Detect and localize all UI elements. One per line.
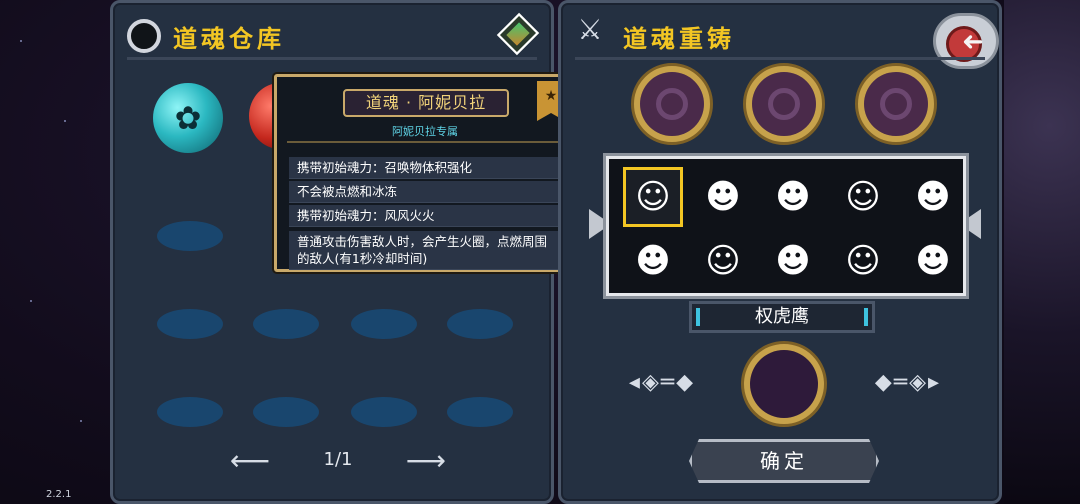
soul-reforge-title: 道魂重铸	[623, 25, 735, 53]
soul-socket[interactable]	[855, 63, 937, 145]
soul-item-teal[interactable]: ✿	[153, 83, 223, 153]
soul-socket[interactable]	[743, 63, 825, 145]
ornament-left: ◂◈═◆	[628, 370, 696, 395]
tooltip-line: 携带初始魂力：召唤物体积强化	[289, 157, 561, 179]
character-portrait[interactable]: ☺	[693, 231, 753, 291]
next-page-arrow-icon[interactable]: ⟶	[399, 447, 453, 475]
tooltip-line: 不会被点燃和冰冻	[289, 181, 561, 203]
tooltip-line: 携带初始魂力：风风火火	[289, 205, 561, 227]
empty-slot[interactable]	[157, 397, 223, 427]
selected-character-name: 权虎鹰	[689, 301, 875, 333]
gem-icon[interactable]	[496, 12, 540, 56]
background-artwork	[1004, 0, 1080, 504]
empty-slot[interactable]	[157, 221, 223, 251]
character-portrait-selected[interactable]: ☺	[623, 167, 683, 227]
character-portrait[interactable]: ☺	[833, 167, 893, 227]
tooltip-soul-name: 道魂 · 阿妮贝拉	[343, 89, 509, 117]
character-portrait[interactable]: ☻	[903, 167, 963, 227]
page-indicator: 1/1	[323, 449, 353, 470]
empty-slot[interactable]	[351, 309, 417, 339]
pagination: ⟵ 1/1 ⟶	[223, 447, 453, 477]
confirm-button[interactable]: 确定	[689, 439, 879, 483]
character-portrait[interactable]: ☻	[763, 231, 823, 291]
tooltip-subtitle: 阿妮贝拉专属	[392, 125, 458, 138]
soul-socket[interactable]	[631, 63, 713, 145]
character-portrait[interactable]: ☻	[693, 167, 753, 227]
empty-slot[interactable]	[253, 397, 319, 427]
crossed-swords-icon: ⚔	[577, 13, 603, 46]
character-portrait[interactable]: ☻	[763, 167, 823, 227]
soul-reforge-panel: ⚔ 道魂重铸 ☺ ☻ ☻ ☺ ☻ ☻ ☺ ☻ ☺ ☻ 权虎鹰 ◂◈═◆ ◆═◈▸…	[558, 0, 1002, 504]
soul-tooltip: 道魂 · 阿妮贝拉 ★ 阿妮贝拉专属 携带初始魂力：召唤物体积强化 不会被点燃和…	[274, 74, 576, 272]
empty-slot[interactable]	[157, 309, 223, 339]
character-portrait[interactable]: ☻	[623, 231, 683, 291]
empty-slot[interactable]	[447, 309, 513, 339]
prev-page-arrow-icon[interactable]: ⟵	[223, 447, 277, 475]
title-divider	[575, 57, 985, 60]
ornament-right: ◆═◈▸	[874, 370, 942, 395]
tooltip-line: 普通攻击伤害敌人时，会产生火圈，点燃周围的敌人(有1秒冷却时间)	[289, 231, 561, 270]
title-divider	[127, 57, 537, 60]
ring-icon	[127, 19, 161, 53]
back-button[interactable]	[933, 13, 999, 69]
soul-storage-title: 道魂仓库	[173, 25, 285, 53]
character-portrait[interactable]: ☺	[833, 231, 893, 291]
empty-slot[interactable]	[351, 397, 417, 427]
reforge-orb[interactable]	[741, 341, 827, 427]
character-portrait[interactable]: ☻	[903, 231, 963, 291]
version-label: 2.2.1	[46, 489, 72, 500]
empty-slot[interactable]	[447, 397, 513, 427]
empty-slot[interactable]	[253, 309, 319, 339]
tooltip-divider	[287, 141, 563, 143]
character-portrait-grid: ☺ ☻ ☻ ☺ ☻ ☻ ☺ ☻ ☺ ☻	[603, 153, 969, 299]
